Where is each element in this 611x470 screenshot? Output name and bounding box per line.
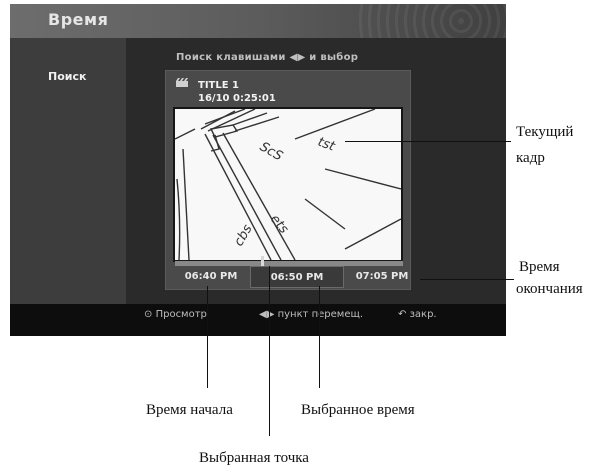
leader-line-selected-time <box>319 286 320 388</box>
callout-end-time: Время окончания <box>516 256 583 300</box>
title-name: TITLE 1 <box>198 80 240 91</box>
video-frame-image: ScS tst cbs ets <box>175 109 401 260</box>
clapperboard-icon <box>176 78 188 87</box>
sidebar-item-search[interactable]: Поиск <box>48 70 86 83</box>
enter-icon: ⊙ <box>144 309 153 320</box>
callout-current-frame-line1: Текущий <box>516 124 574 140</box>
leader-line-end-time <box>420 279 514 280</box>
playback-time: 0:25:01 <box>233 93 276 104</box>
chapter-number: 16/10 <box>198 93 230 104</box>
footer-item-view[interactable]: ⊙ Просмотр <box>144 309 207 320</box>
leader-line-current-frame <box>345 141 511 142</box>
callout-selected-point: Выбранная точка <box>199 450 309 466</box>
navigation-hint: Поиск клавишами ◀▶ и выбор <box>176 52 359 63</box>
callout-end-time-line1: Время <box>519 259 560 275</box>
leader-line-start-time <box>207 286 208 388</box>
callout-end-time-line2: окончания <box>516 281 583 297</box>
footer-move-label: пункт перемещ. <box>277 309 364 320</box>
left-right-arrows-icon: ◀▶ <box>259 309 275 320</box>
footer-item-close[interactable]: ↶ закр. <box>398 309 437 320</box>
callout-start-time: Время начала <box>146 402 233 418</box>
footer-view-label: Просмотр <box>155 309 207 320</box>
current-frame-preview[interactable]: ScS tst cbs ets <box>173 107 403 262</box>
sidebar: Поиск <box>10 38 126 304</box>
callout-current-frame: Текущий кадр <box>516 121 573 169</box>
end-time: 07:05 PM <box>355 271 409 282</box>
title-bar: Время <box>10 4 506 38</box>
leader-line-selected-point <box>269 266 270 436</box>
footer-item-move[interactable]: ◀▶ пункт перемещ. <box>259 309 363 320</box>
start-time: 06:40 PM <box>184 271 238 282</box>
selected-time[interactable]: 06:50 PM <box>250 266 344 288</box>
callout-current-frame-line2: кадр <box>516 150 545 166</box>
return-icon: ↶ <box>398 309 407 320</box>
footer-close-label: закр. <box>409 309 437 320</box>
callout-selected-time: Выбранное время <box>301 402 415 418</box>
selected-point-marker[interactable] <box>260 256 264 266</box>
window-title: Время <box>48 10 109 29</box>
